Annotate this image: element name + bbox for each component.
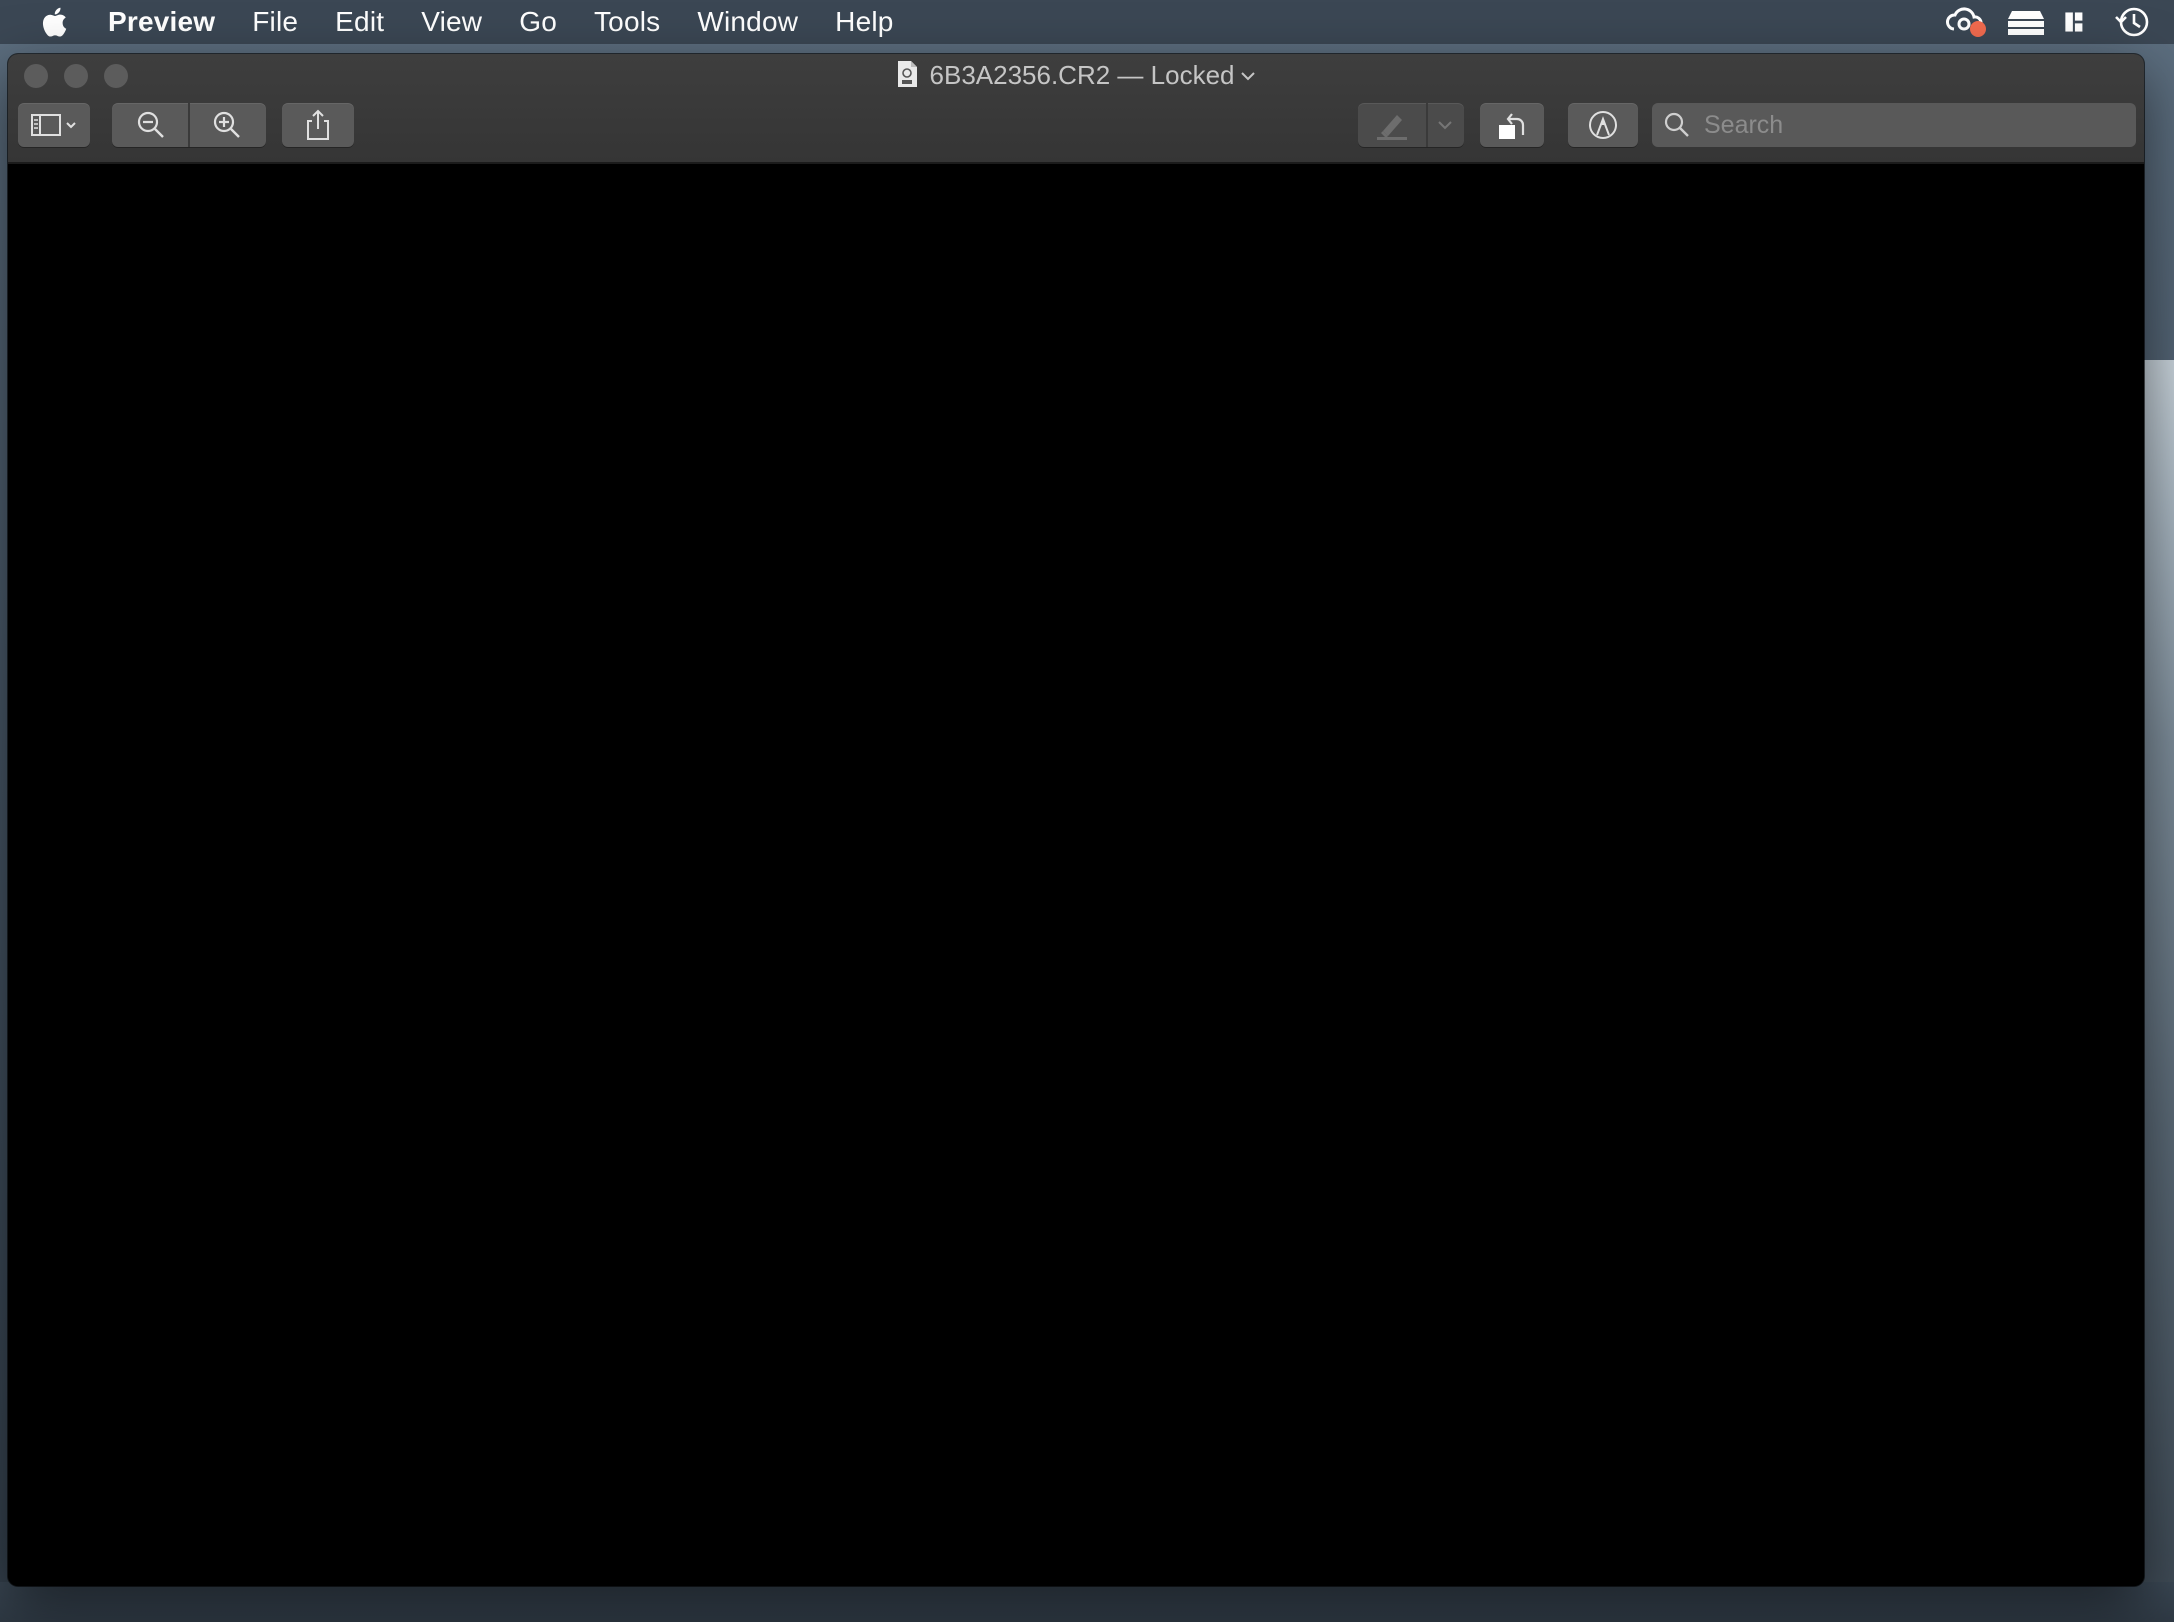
- zoom-in-button[interactable]: [189, 103, 265, 147]
- menu-window[interactable]: Window: [697, 6, 798, 38]
- menu-file[interactable]: File: [252, 6, 298, 38]
- menu-tools[interactable]: Tools: [594, 6, 660, 38]
- menu-view[interactable]: View: [421, 6, 482, 38]
- menu-app-preview[interactable]: Preview: [108, 6, 215, 38]
- window-title[interactable]: 6B3A2356.CR2 — Locked: [8, 58, 2144, 92]
- highlight-control: [1358, 103, 1464, 147]
- rotate-button[interactable]: [1480, 103, 1544, 147]
- rotate-left-icon: [1499, 113, 1525, 139]
- status-area: [1928, 0, 2154, 44]
- dropbox-icon[interactable]: [2004, 5, 2048, 39]
- share-icon: [307, 109, 329, 140]
- sidebar-toggle-button[interactable]: [18, 103, 90, 147]
- highlight-button[interactable]: [1358, 103, 1426, 147]
- segment-divider: [188, 103, 190, 147]
- zoom-out-icon: [137, 111, 164, 138]
- search-field[interactable]: [1652, 103, 2136, 147]
- menu-bar: Preview File Edit View Go Tools Window H…: [0, 0, 2174, 44]
- search-icon: [1664, 112, 1689, 137]
- highlighter-icon: [1377, 115, 1407, 140]
- menu-help[interactable]: Help: [835, 6, 893, 38]
- apple-icon[interactable]: [38, 4, 74, 40]
- cr2-document-icon: [897, 61, 917, 87]
- chevron-down-icon: [1438, 121, 1452, 130]
- window-titlebar[interactable]: 6B3A2356.CR2 — Locked: [8, 54, 2144, 164]
- menu-edit[interactable]: Edit: [335, 6, 384, 38]
- creative-cloud-icon[interactable]: [1944, 5, 1988, 39]
- zoom-in-icon: [213, 111, 240, 138]
- markup-icon: [1589, 111, 1617, 139]
- segment-divider: [1426, 103, 1428, 147]
- share-button[interactable]: [282, 103, 354, 147]
- highlight-menu-button[interactable]: [1426, 103, 1464, 147]
- zoom-control: [112, 103, 266, 147]
- desktop-wallpaper-bottom: [0, 1582, 2174, 1622]
- window-title-text: 6B3A2356.CR2 — Locked: [929, 60, 1235, 90]
- menu-go[interactable]: Go: [519, 6, 557, 38]
- sidebar-icon: [31, 114, 76, 136]
- time-machine-icon[interactable]: [2110, 5, 2154, 39]
- window-layout-icon[interactable]: [2064, 5, 2094, 39]
- preview-window: 6B3A2356.CR2 — Locked: [8, 54, 2144, 1586]
- zoom-out-button[interactable]: [113, 103, 189, 147]
- search-input[interactable]: [1702, 109, 2126, 141]
- markup-button[interactable]: [1568, 103, 1638, 147]
- chevron-down-icon[interactable]: [1240, 70, 1256, 82]
- image-canvas[interactable]: [8, 164, 2144, 1586]
